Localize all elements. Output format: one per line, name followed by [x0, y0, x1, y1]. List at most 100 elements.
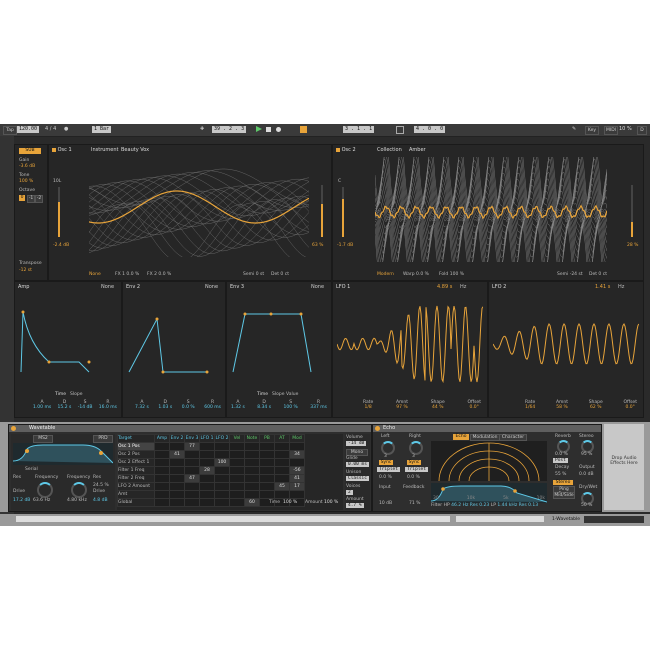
filter-hp-toggle[interactable]: Filter HP — [431, 503, 450, 508]
output-value[interactable]: 0.0 dB — [579, 472, 594, 477]
matrix-cell[interactable]: 34 — [289, 450, 305, 459]
matrix-cell[interactable] — [274, 490, 290, 499]
echo-right-knob[interactable] — [409, 441, 423, 455]
osc1-gain-slider[interactable] — [58, 187, 60, 237]
stereo-mode-button[interactable]: Stereo — [553, 480, 573, 485]
matrix-cell[interactable]: 41 — [169, 450, 185, 459]
lfo2-hz-toggle[interactable]: Hz — [618, 284, 624, 290]
amp-env-tab-time[interactable]: Time — [55, 392, 66, 397]
matrix-cell[interactable] — [259, 442, 275, 451]
f1-freq-knob[interactable] — [37, 482, 53, 498]
unison-amount-value[interactable]: 4.7 % — [346, 503, 364, 508]
osc1-category[interactable]: Instrument — [91, 147, 119, 153]
matrix-cell[interactable] — [259, 490, 275, 499]
matrix-target[interactable]: Osc 2 Effect 1 — [117, 458, 155, 467]
matrix-cell[interactable] — [154, 450, 170, 459]
matrix-cell[interactable] — [229, 458, 245, 467]
matrix-cell[interactable] — [199, 490, 215, 499]
matrix-cell[interactable] — [274, 458, 290, 467]
osc2-position-value[interactable]: 28 % — [627, 243, 638, 248]
matrix-cell[interactable] — [229, 482, 245, 491]
draw-mode-icon[interactable] — [300, 126, 307, 133]
lfo2-rate-head[interactable]: 1.41 s — [595, 284, 610, 290]
mid-side-button[interactable]: Mid/Side — [553, 492, 575, 499]
param-value[interactable]: 44 % — [431, 405, 445, 410]
matrix-cell[interactable] — [289, 442, 305, 451]
matrix-cell[interactable] — [229, 442, 245, 451]
matrix-cell[interactable]: -56 — [289, 466, 305, 475]
matrix-cell[interactable] — [214, 498, 230, 507]
env3-tab-value[interactable]: Value — [286, 392, 298, 397]
matrix-cell[interactable] — [154, 498, 170, 507]
matrix-cell[interactable] — [229, 466, 245, 475]
matrix-cell[interactable] — [154, 490, 170, 499]
param-value[interactable]: 1/64 — [525, 405, 535, 410]
matrix-cell[interactable] — [259, 474, 275, 483]
echo-left-sync[interactable]: Sync — [379, 460, 393, 465]
hp-res[interactable]: Res 0.23 — [470, 503, 490, 508]
echo-tab-modulation[interactable]: Modulation — [470, 434, 500, 441]
matrix-cell[interactable]: 28 — [199, 466, 215, 475]
matrix-cell[interactable] — [274, 442, 290, 451]
echo-left-mode[interactable]: Triplet — [377, 467, 400, 472]
echo-tab-character[interactable]: Character — [499, 434, 527, 441]
matrix-cell[interactable] — [199, 474, 215, 483]
f2-drive-value[interactable]: 4.8 dB — [93, 498, 108, 503]
pencil-icon[interactable]: ✎ — [572, 126, 576, 133]
matrix-cell[interactable] — [214, 474, 230, 483]
osc2-pan[interactable]: C — [338, 179, 341, 184]
matrix-cell[interactable] — [214, 442, 230, 451]
lfo1-graph[interactable] — [337, 302, 483, 387]
osc1-fx1[interactable]: FX 1 0.0 % — [115, 272, 139, 277]
param-value[interactable]: 8.34 s — [257, 405, 271, 410]
octave-opt-1[interactable]: -1 — [27, 195, 35, 203]
echo-left-offset[interactable]: 0.0 % — [379, 475, 392, 480]
param-value[interactable]: 0.0° — [467, 405, 481, 410]
echo-right-value[interactable]: 3 — [412, 454, 415, 459]
osc2-category[interactable]: Collection — [377, 147, 402, 153]
scroll-track[interactable] — [456, 516, 544, 522]
sub-gain-value[interactable]: -3.6 dB — [19, 164, 35, 169]
osc2-detune[interactable]: Det 0 ct — [589, 272, 607, 277]
lp-res[interactable]: Res 0.13 — [519, 503, 539, 508]
matrix-cell[interactable]: 47 — [184, 474, 200, 483]
midi-map-button[interactable]: MIDI — [604, 126, 618, 135]
matrix-cell[interactable] — [244, 442, 260, 451]
osc1-position-slider[interactable] — [321, 185, 323, 237]
transpose-value[interactable]: -12 st — [19, 268, 32, 273]
follow-icon[interactable]: ✚ — [200, 126, 208, 133]
matrix-cell[interactable] — [169, 442, 185, 451]
echo-power-icon[interactable] — [375, 426, 380, 431]
matrix-cell[interactable] — [244, 474, 260, 483]
matrix-cell[interactable]: 60 — [244, 498, 260, 507]
osc1-pan[interactable]: 10L — [53, 179, 61, 184]
echo-right-sync[interactable]: Sync — [407, 460, 421, 465]
loop-start[interactable]: 3 . 1 . 1 — [343, 126, 375, 133]
matrix-cell[interactable] — [154, 474, 170, 483]
matrix-cell[interactable] — [229, 450, 245, 459]
echo-feedback-value[interactable]: 71 % — [409, 501, 420, 506]
matrix-cell[interactable] — [259, 450, 275, 459]
reverb-value[interactable]: 0.0 % — [555, 452, 568, 457]
matrix-time-value[interactable]: 100 % — [283, 500, 297, 505]
play-icon[interactable] — [256, 126, 262, 132]
matrix-cell[interactable] — [169, 474, 185, 483]
param-value[interactable]: 16.0 ms — [99, 405, 117, 410]
matrix-target[interactable]: Global — [117, 498, 155, 507]
matrix-cell[interactable] — [244, 466, 260, 475]
osc2-enable-icon[interactable] — [336, 147, 340, 152]
osc1-wavetable-name[interactable]: Beauty Vox — [121, 147, 149, 153]
matrix-target[interactable]: Filter 1 Freq — [117, 466, 155, 475]
matrix-cell[interactable]: 17 — [289, 482, 305, 491]
env2-mode[interactable]: None — [205, 284, 218, 290]
env3-graph[interactable] — [231, 304, 327, 374]
unison-mode[interactable]: Classic — [346, 476, 369, 481]
lfo2-graph[interactable] — [493, 302, 639, 387]
param-value[interactable]: 62 % — [589, 405, 603, 410]
tempo-field[interactable]: 120.00 — [17, 126, 40, 133]
matrix-cell[interactable] — [154, 466, 170, 475]
matrix-cell[interactable] — [184, 466, 200, 475]
drywet-value[interactable]: 50 % — [581, 503, 592, 508]
matrix-cell[interactable] — [289, 490, 305, 499]
echo-left-knob[interactable] — [381, 441, 395, 455]
